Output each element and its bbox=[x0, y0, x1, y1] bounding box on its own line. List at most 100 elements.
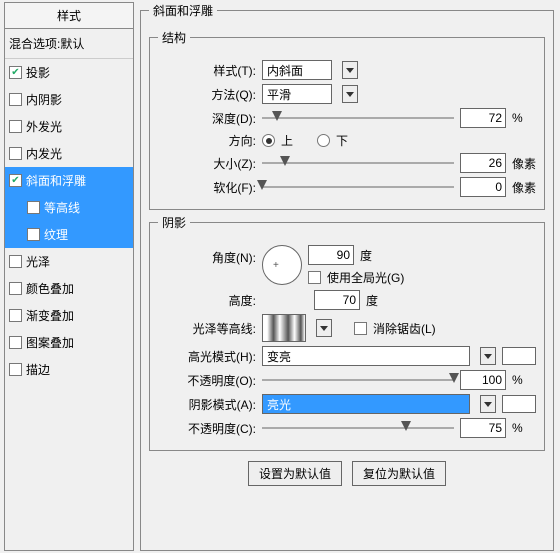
soften-slider[interactable] bbox=[262, 178, 454, 196]
sidebar-item[interactable]: 斜面和浮雕 bbox=[5, 167, 133, 194]
angle-unit: 度 bbox=[360, 247, 372, 264]
shadow-opacity-label: 不透明度(C): bbox=[158, 420, 256, 437]
depth-unit: % bbox=[512, 111, 536, 125]
sidebar-item-label: 描边 bbox=[26, 361, 50, 378]
style-checkbox[interactable] bbox=[9, 282, 22, 295]
chevron-down-icon[interactable] bbox=[480, 395, 496, 413]
style-checkbox[interactable] bbox=[9, 255, 22, 268]
shadow-color-swatch[interactable] bbox=[502, 395, 536, 413]
antialias-checkbox[interactable] bbox=[354, 322, 367, 335]
depth-label: 深度(D): bbox=[158, 110, 256, 127]
sidebar-item-label: 内发光 bbox=[26, 145, 62, 162]
style-checkbox[interactable] bbox=[27, 228, 40, 241]
chevron-down-icon[interactable] bbox=[480, 347, 496, 365]
highlight-mode-select[interactable]: 变亮 bbox=[262, 346, 470, 366]
sidebar-item[interactable]: 纹理 bbox=[5, 221, 133, 248]
sidebar-item-label: 渐变叠加 bbox=[26, 307, 74, 324]
altitude-label: 高度: bbox=[158, 292, 256, 309]
sidebar-item[interactable]: 投影 bbox=[5, 59, 133, 86]
sidebar-title: 样式 bbox=[5, 3, 133, 29]
sidebar-item[interactable]: 内发光 bbox=[5, 140, 133, 167]
highlight-color-swatch[interactable] bbox=[502, 347, 536, 365]
panel-title: 斜面和浮雕 bbox=[149, 2, 217, 19]
style-checkbox[interactable] bbox=[9, 66, 22, 79]
style-checkbox[interactable] bbox=[9, 147, 22, 160]
style-checkbox[interactable] bbox=[9, 174, 22, 187]
sidebar-item-label: 等高线 bbox=[44, 199, 80, 216]
soften-input[interactable]: 0 bbox=[460, 177, 506, 197]
style-checkbox[interactable] bbox=[9, 363, 22, 376]
chevron-down-icon[interactable] bbox=[342, 85, 358, 103]
shadow-opacity-input[interactable]: 75 bbox=[460, 418, 506, 438]
gloss-contour-picker[interactable] bbox=[262, 314, 306, 342]
sidebar-item[interactable]: 内阴影 bbox=[5, 86, 133, 113]
make-default-button[interactable]: 设置为默认值 bbox=[248, 461, 342, 486]
direction-down-radio[interactable] bbox=[317, 134, 330, 147]
global-light-label: 使用全局光(G) bbox=[327, 269, 404, 286]
sidebar-item-label: 纹理 bbox=[44, 226, 68, 243]
shading-legend: 阴影 bbox=[158, 214, 190, 231]
style-checkbox[interactable] bbox=[9, 336, 22, 349]
bevel-panel: 斜面和浮雕 结构 样式(T): 内斜面 方法(Q): 平滑 深度(D): 72 … bbox=[140, 2, 554, 551]
sidebar-item-label: 投影 bbox=[26, 64, 50, 81]
sidebar-item-label: 内阴影 bbox=[26, 91, 62, 108]
sidebar-item[interactable]: 光泽 bbox=[5, 248, 133, 275]
shading-group: 阴影 角度(N): 90 度 使用全局光(G) 高度: bbox=[149, 214, 545, 451]
angle-input[interactable]: 90 bbox=[308, 245, 354, 265]
style-checkbox[interactable] bbox=[9, 93, 22, 106]
sidebar-item-label: 外发光 bbox=[26, 118, 62, 135]
direction-up-radio[interactable] bbox=[262, 134, 275, 147]
angle-dial[interactable] bbox=[262, 245, 302, 285]
style-sidebar: 样式 混合选项:默认 投影内阴影外发光内发光斜面和浮雕等高线纹理光泽颜色叠加渐变… bbox=[4, 2, 134, 551]
highlight-mode-label: 高光模式(H): bbox=[158, 348, 256, 365]
sidebar-list: 投影内阴影外发光内发光斜面和浮雕等高线纹理光泽颜色叠加渐变叠加图案叠加描边 bbox=[5, 59, 133, 550]
sidebar-item-label: 颜色叠加 bbox=[26, 280, 74, 297]
sidebar-item[interactable]: 外发光 bbox=[5, 113, 133, 140]
shadow-opacity-slider[interactable] bbox=[262, 419, 454, 437]
global-light-checkbox[interactable] bbox=[308, 271, 321, 284]
sidebar-item[interactable]: 颜色叠加 bbox=[5, 275, 133, 302]
highlight-opacity-input[interactable]: 100 bbox=[460, 370, 506, 390]
structure-group: 结构 样式(T): 内斜面 方法(Q): 平滑 深度(D): 72 % 方向: bbox=[149, 29, 545, 210]
style-checkbox[interactable] bbox=[9, 309, 22, 322]
sidebar-item[interactable]: 描边 bbox=[5, 356, 133, 383]
altitude-input[interactable]: 70 bbox=[314, 290, 360, 310]
direction-down-label: 下 bbox=[336, 132, 348, 149]
highlight-opacity-unit: % bbox=[512, 373, 536, 387]
size-unit: 像素 bbox=[512, 155, 536, 172]
sidebar-item-label: 图案叠加 bbox=[26, 334, 74, 351]
shadow-mode-select[interactable]: 亮光 bbox=[262, 394, 470, 414]
blend-options[interactable]: 混合选项:默认 bbox=[5, 29, 133, 59]
sidebar-item-label: 光泽 bbox=[26, 253, 50, 270]
main-panel: 斜面和浮雕 结构 样式(T): 内斜面 方法(Q): 平滑 深度(D): 72 … bbox=[134, 0, 560, 553]
method-label: 方法(Q): bbox=[158, 86, 256, 103]
gloss-label: 光泽等高线: bbox=[158, 320, 256, 337]
highlight-opacity-slider[interactable] bbox=[262, 371, 454, 389]
soften-unit: 像素 bbox=[512, 179, 536, 196]
size-label: 大小(Z): bbox=[158, 155, 256, 172]
style-checkbox[interactable] bbox=[27, 201, 40, 214]
soften-label: 软化(F): bbox=[158, 179, 256, 196]
sidebar-item[interactable]: 等高线 bbox=[5, 194, 133, 221]
footer: 设置为默认值 复位为默认值 bbox=[149, 455, 545, 492]
style-checkbox[interactable] bbox=[9, 120, 22, 133]
depth-input[interactable]: 72 bbox=[460, 108, 506, 128]
sidebar-item[interactable]: 图案叠加 bbox=[5, 329, 133, 356]
highlight-opacity-label: 不透明度(O): bbox=[158, 372, 256, 389]
depth-slider[interactable] bbox=[262, 109, 454, 127]
angle-label: 角度(N): bbox=[158, 245, 256, 266]
reset-default-button[interactable]: 复位为默认值 bbox=[352, 461, 446, 486]
chevron-down-icon[interactable] bbox=[316, 319, 332, 337]
structure-legend: 结构 bbox=[158, 29, 190, 46]
sidebar-item-label: 斜面和浮雕 bbox=[26, 172, 86, 189]
size-slider[interactable] bbox=[262, 154, 454, 172]
chevron-down-icon[interactable] bbox=[342, 61, 358, 79]
style-label: 样式(T): bbox=[158, 62, 256, 79]
size-input[interactable]: 26 bbox=[460, 153, 506, 173]
direction-up-label: 上 bbox=[281, 132, 293, 149]
method-select[interactable]: 平滑 bbox=[262, 84, 332, 104]
style-select[interactable]: 内斜面 bbox=[262, 60, 332, 80]
sidebar-item[interactable]: 渐变叠加 bbox=[5, 302, 133, 329]
altitude-unit: 度 bbox=[366, 292, 378, 309]
direction-label: 方向: bbox=[158, 132, 256, 149]
